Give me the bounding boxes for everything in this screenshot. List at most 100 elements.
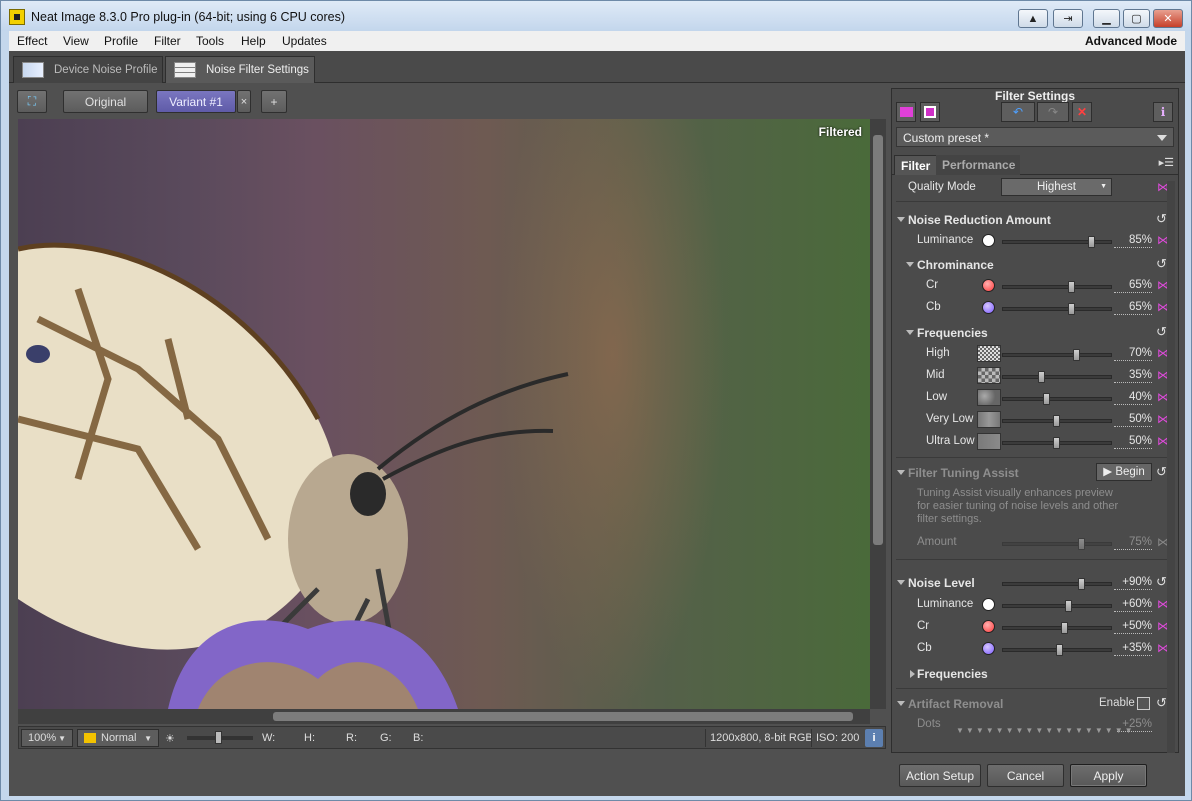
tuning-assist-header[interactable]: Filter Tuning Assist ▶ Begin ↺ [892,463,1178,483]
slider-knob[interactable] [1043,393,1050,405]
original-button[interactable]: Original [63,90,148,113]
cr-level-slider[interactable] [1002,622,1112,634]
freq-value[interactable]: 50% [1114,435,1152,449]
freq-slider[interactable] [1002,349,1112,361]
freq-slider[interactable] [1002,437,1112,449]
amount-slider[interactable] [1002,538,1112,550]
freq-slider[interactable] [1002,415,1112,427]
maximize-button[interactable]: ▢ [1123,9,1150,28]
preset-select[interactable]: Custom preset * [896,127,1174,147]
amount-value[interactable]: 75% [1114,536,1152,550]
luminance-level-value[interactable]: +60% [1114,598,1152,612]
mode-indicator[interactable]: Advanced Mode [1085,34,1177,48]
slider-knob[interactable] [1068,281,1075,293]
pin-button[interactable]: ⇥ [1053,9,1083,28]
open-preset-button[interactable] [896,102,916,122]
menu-help[interactable]: Help [241,34,266,48]
info-button[interactable]: ℹ [1153,102,1173,122]
freq-value[interactable]: 70% [1114,347,1152,361]
slider-knob[interactable] [1078,538,1085,550]
slider-knob[interactable] [1078,578,1085,590]
cb-value[interactable]: 65% [1114,301,1152,315]
close-window-button[interactable]: ✕ [1153,9,1183,28]
luminance-level-slider[interactable] [1002,600,1112,612]
blend-mode-select[interactable]: Normal ▼ [77,729,159,747]
undo-button[interactable]: ↶ [1001,102,1035,122]
slider-knob[interactable] [1088,236,1095,248]
frequencies-header[interactable]: Frequencies ↺ [892,323,1178,343]
slider-knob[interactable] [1061,622,1068,634]
luminance-slider[interactable] [1002,236,1112,248]
freq-slider[interactable] [1002,393,1112,405]
brightness-slider[interactable] [187,729,257,747]
tab-filter[interactable]: Filter [894,155,938,175]
cb-level-slider[interactable] [1002,644,1112,656]
cb-level-value[interactable]: +35% [1114,642,1152,656]
redo-button[interactable]: ↷ [1037,102,1069,122]
freq-slider[interactable] [1002,371,1112,383]
nl-frequencies-header[interactable]: Frequencies [892,664,1178,684]
vertical-scroll-thumb[interactable] [873,135,883,545]
luminance-value[interactable]: 85% [1114,234,1152,248]
tab-performance[interactable]: Performance [936,155,1020,175]
noise-level-value[interactable]: +90% [1114,576,1152,590]
brightness-knob[interactable] [215,731,222,744]
freq-value[interactable]: 40% [1114,391,1152,405]
slider-knob[interactable] [1056,644,1063,656]
reset-icon[interactable]: ↺ [1156,256,1167,272]
freq-value[interactable]: 50% [1114,413,1152,427]
cr-level-value[interactable]: +50% [1114,620,1152,634]
reset-icon[interactable]: ↺ [1156,324,1167,340]
brightness-icon[interactable]: ☀ [165,729,185,747]
slider-knob[interactable] [1073,349,1080,361]
variant-button[interactable]: Variant #1 [156,90,236,113]
menu-view[interactable]: View [63,34,89,48]
panel-scrollbar[interactable] [1167,181,1175,753]
add-variant-button[interactable]: + [261,90,287,113]
slider-knob[interactable] [1065,600,1072,612]
action-setup-button[interactable]: Action Setup [899,764,981,787]
quality-mode-select[interactable]: Highest ▼ [1001,178,1112,196]
preview-horizontal-scrollbar[interactable] [18,709,870,724]
reset-icon[interactable]: ↺ [1156,695,1167,711]
cancel-button[interactable]: Cancel [987,764,1064,787]
apply-button[interactable]: Apply [1070,764,1147,787]
menu-filter[interactable]: Filter [154,34,181,48]
zoom-select[interactable]: 100% ▼ [21,729,73,747]
minimize-button[interactable]: ▁ [1093,9,1120,28]
cr-slider[interactable] [1002,281,1112,293]
noise-level-header[interactable]: Noise Level +90% ↺ [892,573,1178,593]
image-preview[interactable]: Filtered [18,119,870,709]
clear-button[interactable]: ✕ [1072,102,1092,122]
menu-tools[interactable]: Tools [196,34,224,48]
slider-knob[interactable] [1053,415,1060,427]
slider-knob[interactable] [1038,371,1045,383]
menu-effect[interactable]: Effect [17,34,47,48]
horizontal-scroll-thumb[interactable] [273,712,853,721]
tab-noise-filter-settings[interactable]: Noise Filter Settings [165,56,315,83]
reset-icon[interactable]: ↺ [1156,464,1167,480]
collapse-up-button[interactable]: ▲ [1018,9,1048,28]
artifact-removal-header[interactable]: Artifact Removal Enable ↺ [892,694,1178,714]
slider-knob[interactable] [1068,303,1075,315]
reset-icon[interactable]: ↺ [1156,574,1167,590]
cr-value[interactable]: 65% [1114,279,1152,293]
save-preset-button[interactable] [920,102,940,122]
noise-reduction-header[interactable]: Noise Reduction Amount ↺ [892,210,1178,230]
tab-device-noise-profile[interactable]: Device Noise Profile [13,56,163,83]
reset-icon[interactable]: ↺ [1156,211,1167,227]
scroll-more-indicator[interactable]: ▼▼▼▼▼▼▼▼▼▼▼▼▼▼▼▼▼▼ [956,727,1133,735]
noise-level-slider[interactable] [1002,578,1112,590]
freq-value[interactable]: 35% [1114,369,1152,383]
enable-checkbox[interactable] [1137,697,1150,710]
begin-button[interactable]: ▶ Begin [1096,463,1152,481]
close-variant-button[interactable]: × [237,90,251,113]
cb-slider[interactable] [1002,303,1112,315]
preview-vertical-scrollbar[interactable] [870,119,886,709]
menu-profile[interactable]: Profile [104,34,138,48]
menu-updates[interactable]: Updates [282,34,327,48]
slider-knob[interactable] [1053,437,1060,449]
chrominance-header[interactable]: Chrominance ↺ [892,255,1178,275]
fit-view-button[interactable]: ⛶ [17,90,47,113]
info-icon[interactable]: i [865,729,883,747]
